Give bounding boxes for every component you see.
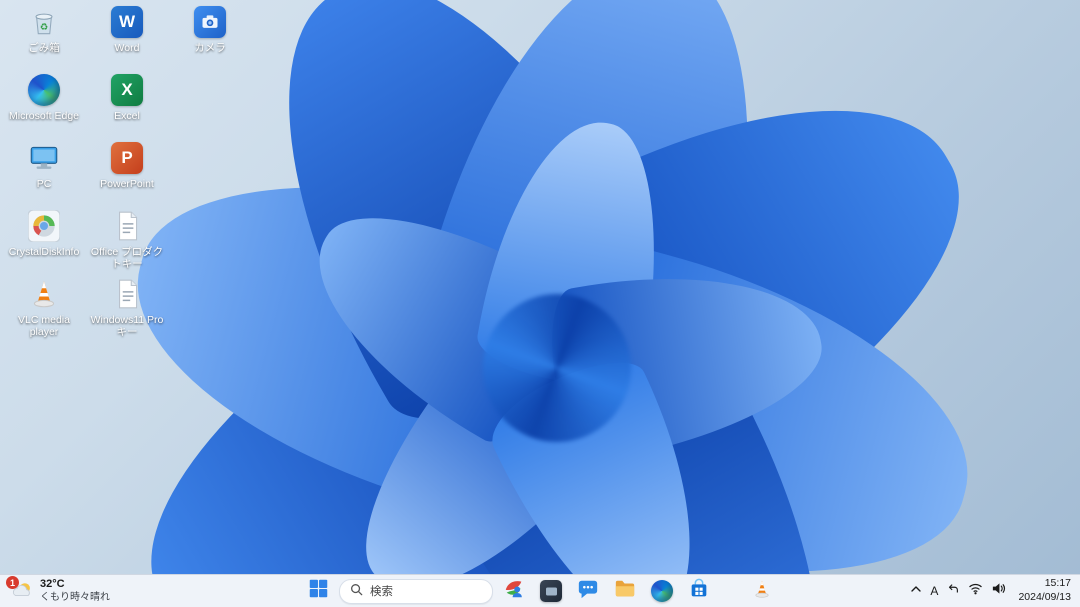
desktop-wallpaper: ♻ ごみ箱 W Word カメラ Microsoft Edge X Excel PC P Pow… <box>0 0 1080 575</box>
windows-logo-icon <box>308 578 329 604</box>
desktop-icon-windows11-pro-key[interactable]: Windows11 Pro キー <box>87 276 167 342</box>
crystaldiskinfo-icon <box>28 208 60 244</box>
desktop-icon-excel[interactable]: X Excel <box>87 72 167 138</box>
pc-icon <box>27 140 61 176</box>
date-text: 2024/09/13 <box>1018 591 1071 603</box>
desktop-icon-camera[interactable]: カメラ <box>170 4 250 70</box>
taskbar: 1 32°C くもり時々晴れ 検索 A 15:17 2024/09/13 <box>0 574 1080 607</box>
dark-app-icon <box>540 580 562 602</box>
desktop-icon-crystaldiskinfo[interactable]: CrystalDiskInfo <box>4 208 84 274</box>
ime-mode-indicator[interactable]: A <box>930 584 938 598</box>
svg-text:♻: ♻ <box>40 22 49 33</box>
desktop-icon-label: VLC media player <box>18 314 70 339</box>
desktop-icon-label: Office プロダクトキー <box>90 246 164 271</box>
desktop-icon-recycle-bin[interactable]: ♻ ごみ箱 <box>4 4 84 70</box>
excel-icon: X <box>111 72 143 108</box>
start-button[interactable] <box>302 578 334 605</box>
desktop-icon-powerpoint[interactable]: P PowerPoint <box>87 140 167 206</box>
search-icon <box>350 583 363 599</box>
weather-widget[interactable]: 1 32°C くもり時々晴れ <box>4 575 118 607</box>
desktop-icon-microsoft-edge[interactable]: Microsoft Edge <box>4 72 84 138</box>
weather-condition: くもり時々晴れ <box>40 591 110 603</box>
desktop-icon-vlc-media-player[interactable]: VLC media player <box>4 276 84 342</box>
chat-bubble-icon <box>577 578 599 605</box>
desktop-icon-label: PC <box>36 178 52 190</box>
volume-icon[interactable] <box>991 581 1006 601</box>
folder-icon <box>614 578 636 605</box>
store-bag-icon <box>688 578 710 605</box>
copilot-icon <box>503 578 525 605</box>
file-explorer-button[interactable] <box>609 578 641 605</box>
weather-temperature: 32°C <box>40 578 65 591</box>
notification-badge: 1 <box>6 576 19 589</box>
edge-icon <box>28 72 60 108</box>
desktop-icon-office-product-key[interactable]: Office プロダクトキー <box>87 208 167 274</box>
word-icon: W <box>111 4 143 40</box>
desktop-icon-label: ごみ箱 <box>28 42 60 54</box>
clock[interactable]: 15:17 2024/09/13 <box>1014 577 1071 604</box>
desktop-icon-label: Excel <box>114 110 140 122</box>
microsoft-store-button[interactable] <box>683 578 715 605</box>
search-label: 検索 <box>370 586 393 598</box>
desktop-icon-label: Word <box>114 42 140 54</box>
time-text: 15:17 <box>1044 577 1071 590</box>
desktop-icon-label: CrystalDiskInfo <box>8 246 80 258</box>
weather-icon: 1 <box>6 576 34 602</box>
edge-icon <box>651 580 673 602</box>
pinned-app-dark-button[interactable] <box>535 578 567 605</box>
desktop-icon-label: カメラ <box>194 42 226 54</box>
vlc-icon <box>27 276 61 312</box>
recycle-bin-icon: ♻ <box>27 4 61 40</box>
vlc-cone-icon <box>751 578 773 605</box>
back-arrow-icon[interactable] <box>946 582 960 601</box>
taskbar-search-box[interactable]: 検索 <box>339 578 493 604</box>
hidden-icons-chevron-button[interactable] <box>910 582 922 600</box>
desktop-icon-label: Microsoft Edge <box>8 110 80 122</box>
chat-button[interactable] <box>572 578 604 605</box>
copilot-button[interactable] <box>498 578 530 605</box>
desktop-icon-label: Windows11 Pro キー <box>90 314 164 339</box>
text-file-icon <box>110 208 144 244</box>
desktop-icon-pc[interactable]: PC <box>4 140 84 206</box>
text-file-icon <box>110 276 144 312</box>
powerpoint-icon: P <box>111 140 143 176</box>
desktop-icon-label: PowerPoint <box>100 178 154 190</box>
desktop-icon-word[interactable]: W Word <box>87 4 167 70</box>
wifi-icon[interactable] <box>968 581 983 601</box>
edge-browser-button[interactable] <box>646 578 678 605</box>
vlc-running-app-button[interactable] <box>746 578 778 605</box>
camera-icon <box>194 4 226 40</box>
